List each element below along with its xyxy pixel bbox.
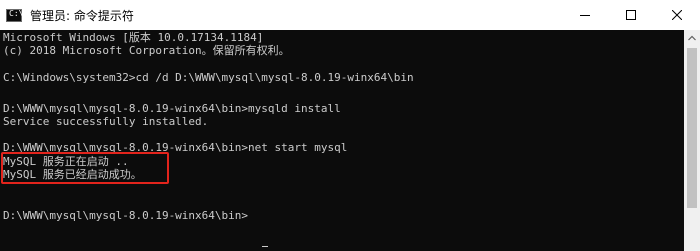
cmd-icon-glyph: C:\ (9, 8, 24, 18)
chevron-up-icon (688, 35, 696, 41)
highlight-annotation (1, 152, 169, 184)
vertical-scrollbar[interactable] (684, 30, 700, 251)
text-cursor (262, 246, 268, 247)
title-bar[interactable]: C:\ 管理员: 命令提示符 (0, 0, 700, 30)
scrollbar-thumb[interactable] (687, 48, 697, 208)
scroll-up-button[interactable] (684, 30, 700, 46)
minimize-icon (580, 15, 590, 16)
cmd-icon: C:\ (6, 8, 24, 22)
close-button[interactable] (654, 0, 700, 30)
console-line: Microsoft Windows [版本 10.0.17134.1184] (3, 31, 264, 44)
console-line: C:\Windows\system32>cd /d D:\WWW\mysql\m… (3, 71, 414, 84)
window-title: 管理员: 命令提示符 (30, 8, 134, 23)
console-line: D:\WWW\mysql\mysql-8.0.19-winx64\bin>mys… (3, 102, 341, 115)
console-line: Service successfully installed. (3, 115, 209, 128)
minimize-button[interactable] (562, 0, 608, 30)
window-controls (562, 0, 700, 30)
maximize-button[interactable] (608, 0, 654, 30)
command-prompt-window: C:\ 管理员: 命令提示符 Microsoft Windows [版本 10.… (0, 0, 700, 251)
console-line: (c) 2018 Microsoft Corporation。保留所有权利。 (3, 44, 290, 57)
console-prompt-line: D:\WWW\mysql\mysql-8.0.19-winx64\bin> (3, 209, 249, 222)
maximize-icon (626, 10, 636, 20)
console-output[interactable]: Microsoft Windows [版本 10.0.17134.1184] (… (0, 30, 684, 251)
close-icon (672, 10, 682, 20)
